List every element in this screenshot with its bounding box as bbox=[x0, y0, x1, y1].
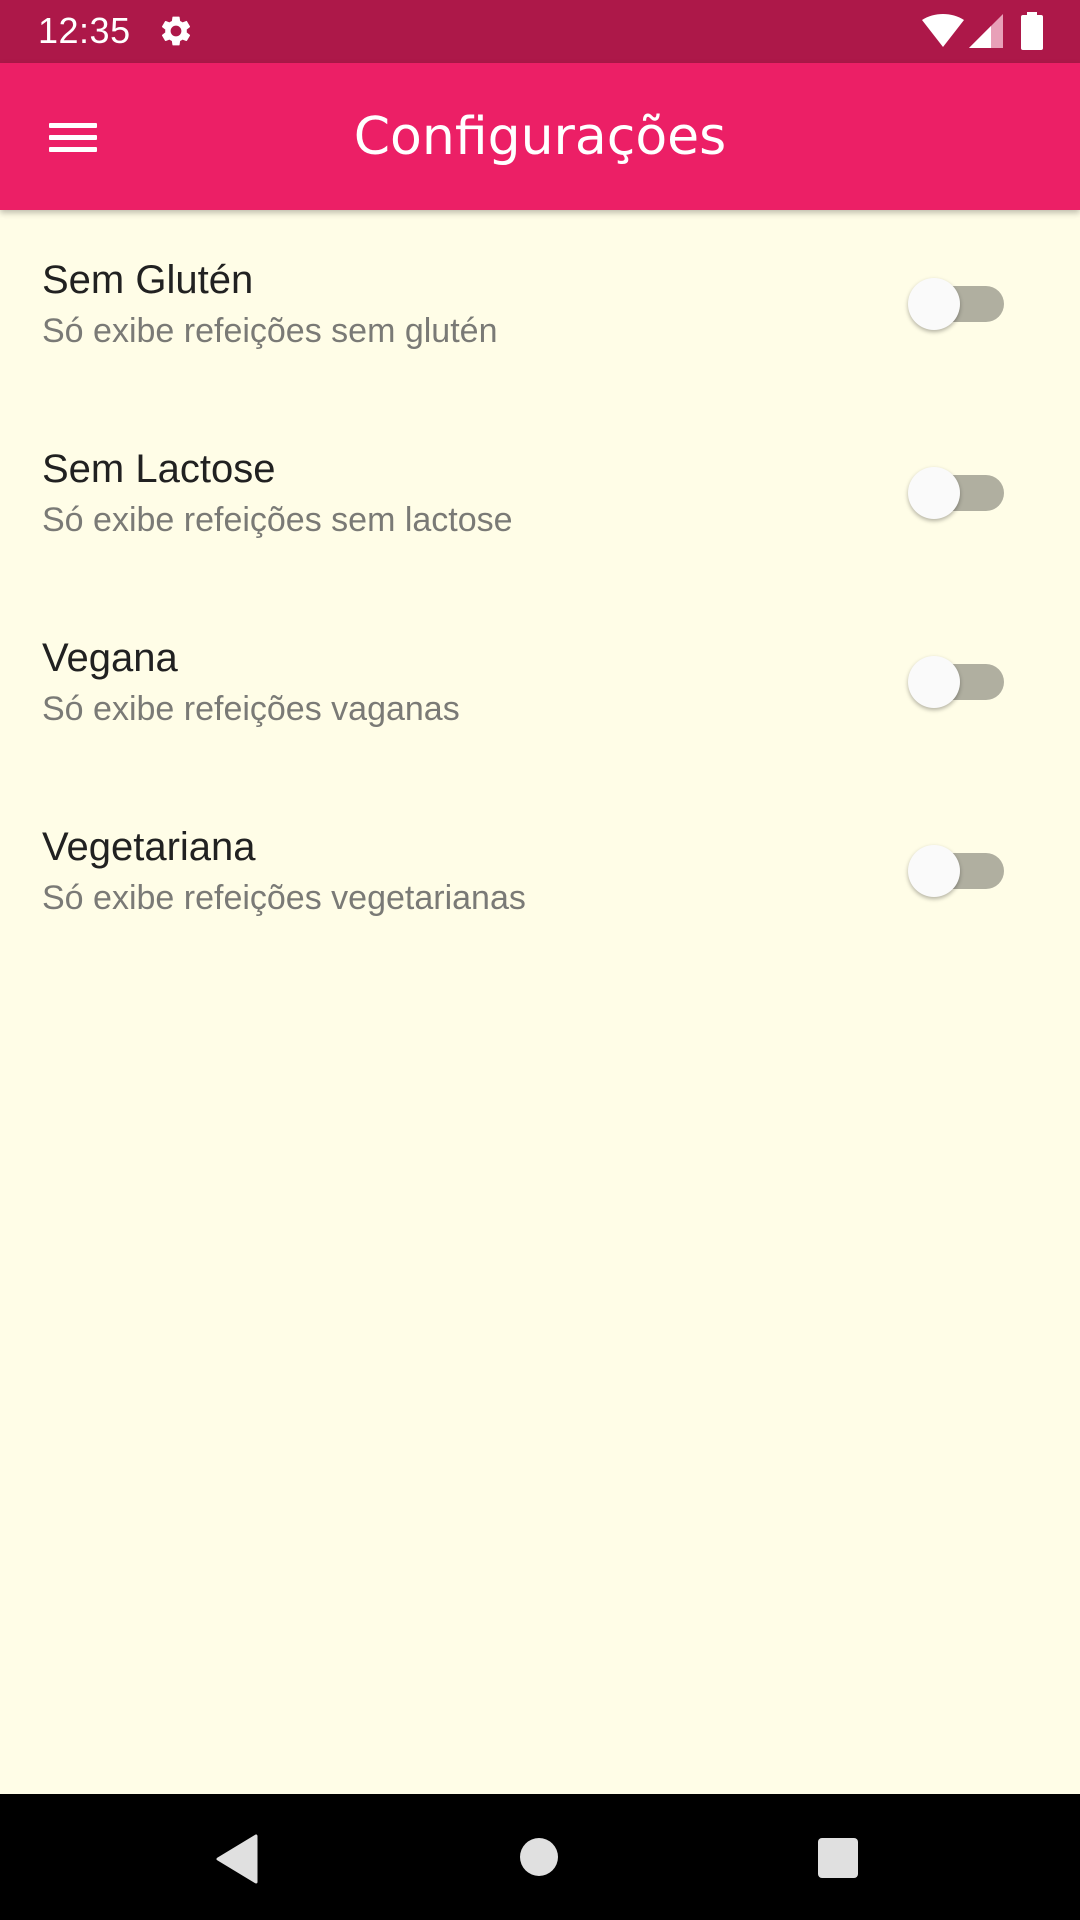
battery-icon bbox=[1021, 12, 1043, 50]
switch-thumb[interactable] bbox=[908, 656, 960, 708]
lactose-free-switch[interactable] bbox=[908, 467, 1006, 519]
back-icon[interactable] bbox=[216, 1834, 260, 1884]
setting-item-vegetarian[interactable]: Vegetariana Só exibe refeições vegetaria… bbox=[0, 777, 1080, 966]
vegetarian-switch[interactable] bbox=[908, 845, 1006, 897]
setting-item-lactose-free[interactable]: Sem Lactose Só exibe refeições sem lacto… bbox=[0, 399, 1080, 588]
status-time: 12:35 bbox=[38, 10, 131, 51]
wifi-icon bbox=[922, 14, 964, 47]
recents-icon[interactable] bbox=[818, 1838, 858, 1878]
switch-thumb[interactable] bbox=[908, 467, 960, 519]
gluten-free-switch[interactable] bbox=[908, 278, 1006, 330]
status-bar: 12:35 bbox=[0, 0, 1080, 63]
switch-thumb[interactable] bbox=[908, 278, 960, 330]
setting-item-gluten-free[interactable]: Sem Glutén Só exibe refeições sem glutén bbox=[0, 210, 1080, 399]
setting-title: Vegana bbox=[42, 636, 178, 680]
setting-subtitle: Só exibe refeições vaganas bbox=[42, 690, 460, 728]
setting-subtitle: Só exibe refeições vegetarianas bbox=[42, 879, 526, 917]
setting-item-vegan[interactable]: Vegana Só exibe refeições vaganas bbox=[0, 588, 1080, 777]
app-bar: Configurações bbox=[0, 63, 1080, 210]
settings-list: Sem Glutén Só exibe refeições sem glutén… bbox=[0, 210, 1080, 966]
cell-signal-icon bbox=[969, 14, 1003, 48]
gear-icon bbox=[161, 16, 191, 46]
home-icon[interactable] bbox=[520, 1838, 558, 1876]
vegan-switch[interactable] bbox=[908, 656, 1006, 708]
setting-title: Vegetariana bbox=[42, 825, 256, 869]
switch-thumb[interactable] bbox=[908, 845, 960, 897]
setting-title: Sem Lactose bbox=[42, 447, 276, 491]
page-title: Configurações bbox=[353, 107, 727, 167]
setting-title: Sem Glutén bbox=[42, 258, 254, 302]
setting-subtitle: Só exibe refeições sem glutén bbox=[42, 312, 498, 350]
system-nav-bar bbox=[0, 1794, 1080, 1920]
setting-subtitle: Só exibe refeições sem lactose bbox=[42, 501, 513, 539]
